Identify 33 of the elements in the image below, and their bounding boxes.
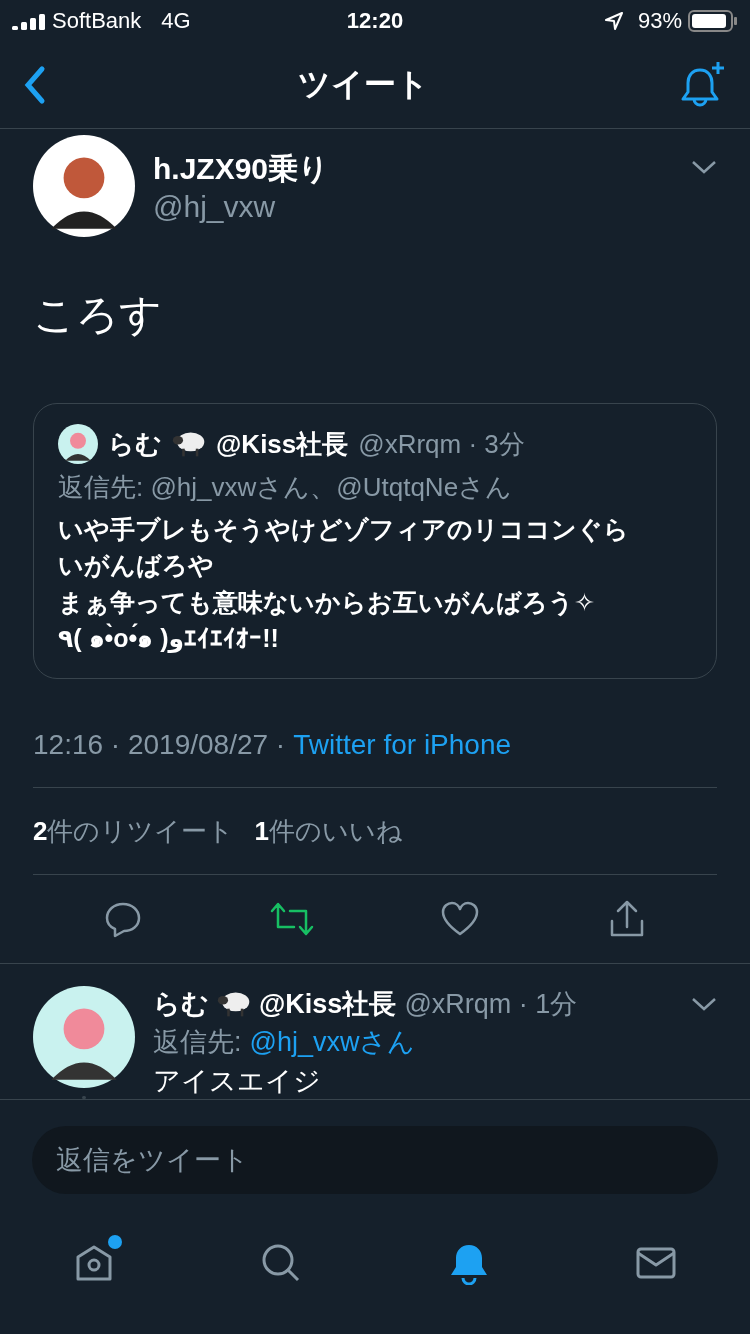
source-link[interactable]: Twitter for iPhone [293, 729, 512, 761]
chevron-down-icon[interactable] [691, 996, 717, 1012]
carrier-text: SoftBank [52, 8, 142, 34]
tweet-timestamp: 12:16 · 2019/08/27 · [33, 729, 286, 761]
page-title: ツイート [297, 65, 429, 104]
quoted-author-name: らむ [108, 427, 162, 461]
author-handle: @hj_vxw [153, 190, 277, 224]
location-arrow-icon [603, 11, 624, 31]
reply-author-name: らむ [153, 988, 209, 1021]
battery-icon [688, 9, 738, 33]
reply-to-link[interactable]: @hj_vxwさん [249, 1024, 416, 1060]
chevron-down-icon[interactable] [691, 159, 717, 175]
author-name: h.JZX90乗り [153, 151, 331, 187]
reply-to-text: 返信先: @hj_vxwさん、@UtqtqNeさん [58, 471, 514, 504]
quoted-handle-time: @xRrqm · 3分 [358, 427, 525, 461]
avatar[interactable] [33, 135, 135, 237]
reply-to-label: 返信先: [153, 1026, 242, 1059]
clock-text: 12:20 [346, 8, 404, 34]
stat-text[interactable]: 2件のリツイート [33, 813, 235, 849]
reply-handle-time: @xRrqm · 1分 [404, 988, 578, 1021]
battery-percent-text: 93% [637, 8, 682, 34]
signal-icon [12, 12, 46, 30]
avatar[interactable] [33, 986, 135, 1088]
network-text: 4G [161, 8, 191, 34]
sheep-icon [217, 990, 251, 1018]
sheep-icon [172, 430, 206, 458]
reply-author-id: @Kiss社長 [259, 988, 397, 1021]
stat-text[interactable]: 1件のいいね [254, 813, 403, 849]
avatar[interactable] [58, 424, 98, 464]
quoted-author-id: @Kiss社長 [216, 427, 349, 461]
tweet-text: ころす [33, 290, 163, 340]
reply-text: アイスエイジ [153, 1065, 322, 1098]
reply-input-field[interactable]: 返信をツイート [32, 1126, 718, 1194]
